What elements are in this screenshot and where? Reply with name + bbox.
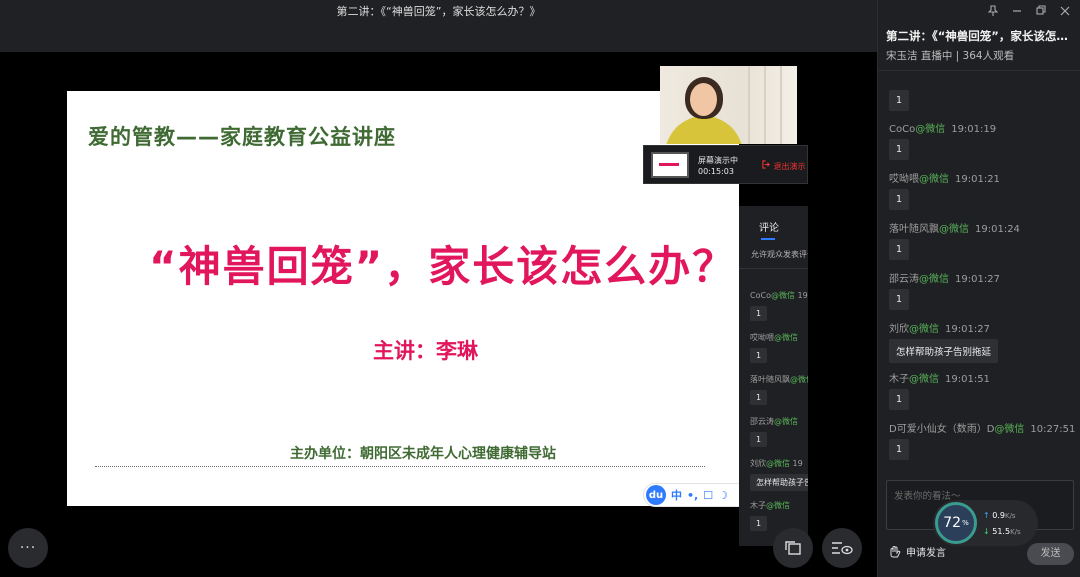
slide-title: “神兽回笼”，家长该怎么办？	[149, 242, 737, 291]
commenter-name: 哎呦喂	[889, 174, 919, 185]
more-options-button[interactable]: ···	[8, 528, 48, 568]
pin-icon[interactable]	[987, 5, 999, 19]
window-title: 第二讲：《“神兽回笼”，家长该怎么办？》	[336, 5, 541, 18]
comment-text: 1	[889, 90, 910, 111]
comment-text: 1	[889, 389, 910, 410]
window-controls	[987, 5, 1070, 19]
upload-arrow-icon: ↑	[983, 511, 990, 520]
mirrored-comment-panel: 评论 允许观众发表评论 CoCo@微信 19 1 哎呦喂@微信 1 落叶随风飘@…	[739, 206, 808, 546]
inner-comment: 邵云涛@微信 1	[750, 416, 808, 458]
upload-speed: ↑ 0.9K/s	[983, 511, 1016, 520]
title-bar: 第二讲：《“神兽回笼”，家长该怎么办？》	[0, 0, 877, 52]
close-icon[interactable]	[1060, 5, 1070, 19]
inner-tab-indicator	[761, 238, 775, 240]
presenter-face	[690, 83, 717, 116]
share-thumbnail	[651, 152, 689, 178]
comment-item: 1	[889, 88, 1074, 120]
comment-item: 木子@微信 19:01:51 1	[889, 370, 1074, 420]
live-status: 宋玉洁 直播中 | 364人观看	[886, 50, 1015, 62]
restore-icon[interactable]	[1036, 5, 1046, 19]
chat-sidebar: 第二讲：《“神兽回笼”，家长该怎么办？》 宋玉洁 直播中 | 364人观看 1 …	[877, 0, 1080, 577]
presenter-camera[interactable]	[660, 66, 797, 144]
commenter-name: 邵云涛	[889, 274, 919, 285]
slide-divider	[95, 466, 705, 467]
apply-to-speak-button[interactable]: 申请发言	[888, 544, 946, 559]
ime-moon-icon[interactable]: ☽	[718, 489, 728, 502]
screen-share-badge: 屏幕演示中 00:15:03 退出演示	[643, 145, 808, 184]
commenter-name: CoCo	[889, 124, 916, 135]
ime-chinese-mode[interactable]: 中	[671, 487, 682, 503]
comment-text: 1	[889, 239, 910, 260]
share-timer: 00:15:03	[698, 167, 734, 176]
share-status: 屏幕演示中	[698, 156, 738, 165]
commenter-name: 木子	[889, 374, 909, 385]
commenter-name: 落叶随风飘	[889, 224, 939, 235]
inner-comment-list: CoCo@微信 19 1 哎呦喂@微信 1 落叶随风飘@微信 1 邵云涛@微信 …	[750, 290, 808, 542]
comment-item: 刘欣@微信 19:01:27 怎样帮助孩子告别拖延	[889, 320, 1074, 370]
inner-divider	[739, 268, 808, 269]
list-eye-icon	[832, 542, 853, 555]
presentation-slide: 爱的管教——家庭教育公益讲座 “神兽回笼”，家长该怎么办？ 主讲：李琳 主办单位…	[67, 91, 739, 506]
inner-tab-comments: 评论	[759, 223, 779, 234]
exit-share-button[interactable]: 退出演示	[762, 160, 806, 172]
inner-hint: 允许观众发表评论	[751, 250, 808, 259]
video-area: 第二讲：《“神兽回笼”，家长该怎么办？》 爱的管教——家庭教育公益讲座 “神兽回…	[0, 0, 877, 577]
comment-text: 1	[889, 139, 910, 160]
view-list-button[interactable]	[822, 528, 862, 568]
inner-comment: 落叶随风飘@微信 1	[750, 374, 808, 416]
comment-list[interactable]: 1 CoCo@微信 19:01:19 1 哎呦喂@微信 19:01:21 1 落叶随…	[889, 88, 1075, 470]
slide-header: 爱的管教——家庭教育公益讲座	[88, 125, 396, 149]
network-speed-widget[interactable]: 72% ↑ 0.9K/s ↓ 51.5K/s	[933, 500, 1038, 546]
slide-organizer: 主办单位：朝阳区未成年人心理健康辅导站	[290, 446, 556, 462]
hand-raise-icon	[890, 545, 901, 557]
minimize-icon[interactable]	[1012, 5, 1022, 19]
comment-text: 1	[889, 439, 910, 460]
exit-icon	[762, 160, 770, 169]
inner-comment: CoCo@微信 19 1	[750, 290, 808, 332]
comment-item: 哎呦喂@微信 19:01:21 1	[889, 170, 1074, 220]
ime-punctuation[interactable]: •,	[687, 489, 698, 502]
ime-toolbar[interactable]: du 中 •, ☐ ☽	[643, 483, 739, 507]
more-icon: ···	[19, 540, 37, 556]
inner-comment: 刘欣@微信 19 怎样帮助孩子告别拖延	[750, 458, 808, 500]
ime-toolbox-icon[interactable]: ☐	[703, 489, 713, 502]
load-percent-ring: 72%	[935, 502, 977, 544]
presenter-body	[665, 116, 743, 144]
live-title: 第二讲：《“神兽回笼”，家长该怎么办？》	[886, 29, 1076, 43]
send-button[interactable]: 发送	[1027, 543, 1074, 565]
comment-item: 邵云涛@微信 19:01:27 1	[889, 270, 1074, 320]
inner-comment: 哎呦喂@微信 1	[750, 332, 808, 374]
comment-item: 落叶随风飘@微信 19:01:24 1	[889, 220, 1074, 270]
comment-item: D可爱小仙女（数雨）D@微信 10:27:51 1	[889, 420, 1075, 470]
comment-text: 1	[889, 189, 910, 210]
slide-speaker: 主讲：李琳	[373, 339, 478, 363]
comment-text: 1	[889, 289, 910, 310]
window-icon	[785, 541, 801, 555]
sidebar-divider	[878, 70, 1080, 71]
commenter-name: D可爱小仙女（数雨）D	[889, 424, 995, 435]
pip-window-button[interactable]	[773, 528, 813, 568]
download-speed: ↓ 51.5K/s	[983, 527, 1021, 536]
baidu-ime-logo[interactable]: du	[646, 485, 666, 505]
comment-item: CoCo@微信 19:01:19 1	[889, 120, 1074, 170]
commenter-name: 刘欣	[889, 324, 909, 335]
download-arrow-icon: ↓	[983, 527, 990, 536]
comment-text: 怎样帮助孩子告别拖延	[889, 339, 999, 363]
